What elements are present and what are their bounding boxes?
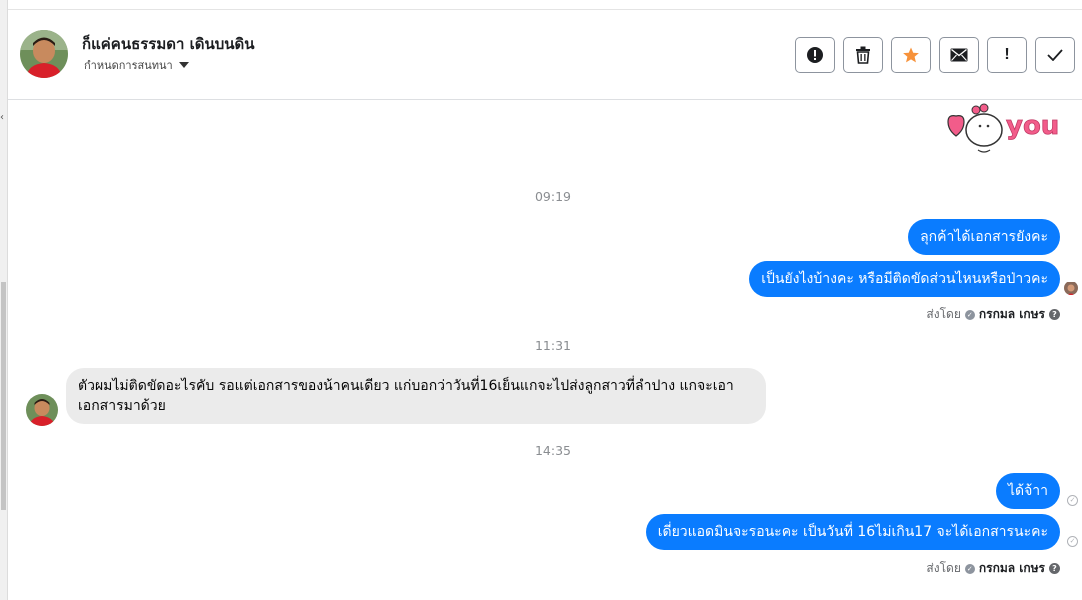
outgoing-message[interactable]: ได้จ้าา xyxy=(995,473,1060,509)
timestamp: 11:31 xyxy=(534,338,572,353)
help-icon[interactable]: ? xyxy=(1049,563,1060,574)
sender-avatar xyxy=(1064,281,1078,295)
caret-down-icon xyxy=(178,62,189,68)
sent-by-line: ส่งโดย ✓ กรกมล เกษร ? xyxy=(926,559,1060,578)
mark-done-button[interactable] xyxy=(1035,37,1075,73)
sent-by-line: ส่งโดย ✓ กรกมล เกษร ? xyxy=(926,305,1060,324)
verified-icon: ✓ xyxy=(964,309,975,320)
message-thread[interactable]: you 09:19 ลุกค้าได้เอกสารยังคะ เป็นยังไง… xyxy=(8,100,1082,600)
collapse-caret-icon[interactable]: ‹ xyxy=(0,112,4,123)
contact-avatar[interactable] xyxy=(20,30,68,78)
sent-by-name[interactable]: กรกมล เกษร xyxy=(979,559,1045,578)
exclamation-icon: ! xyxy=(1004,46,1010,63)
sent-by-name[interactable]: กรกมล เกษร xyxy=(979,305,1045,324)
verified-icon: ✓ xyxy=(964,563,975,574)
spam-button[interactable] xyxy=(795,37,835,73)
trash-icon xyxy=(856,46,870,64)
outgoing-message[interactable]: เดี่ยวแอดมินจะรอนะคะ เป็นวันที่ 16ไม่เกิ… xyxy=(645,514,1060,550)
sent-by-label: ส่งโดย xyxy=(926,561,961,575)
header-actions: ! xyxy=(795,37,1075,73)
mark-unread-button[interactable] xyxy=(939,37,979,73)
scrollbar-thumb[interactable] xyxy=(1,282,6,510)
you-sticker: you xyxy=(944,100,1062,156)
timestamp: 14:35 xyxy=(534,443,572,458)
left-scrollbar[interactable]: ‹ xyxy=(0,0,8,600)
star-icon xyxy=(903,47,919,63)
outgoing-message[interactable]: เป็นยังไงบ้างคะ หรือมีติดขัดส่วนไหนหรือป… xyxy=(749,261,1060,297)
check-icon xyxy=(1047,49,1063,61)
help-icon[interactable]: ? xyxy=(1049,309,1060,320)
incoming-message[interactable]: ตัวผมไม่ติดขัดอะไรคับ รอแต่เอกสารของน้าค… xyxy=(66,368,766,424)
envelope-icon xyxy=(950,48,968,62)
top-divider xyxy=(8,0,1082,10)
assign-label: กำหนดการสนทนา xyxy=(84,59,173,72)
timestamp: 09:19 xyxy=(534,189,572,204)
assign-conversation-dropdown[interactable]: กำหนดการสนทนา xyxy=(84,56,189,74)
delivered-status-icon: ✓ xyxy=(1067,536,1078,547)
delivered-status-icon: ✓ xyxy=(1067,495,1078,506)
conversation-header: ก็แค่คนธรรมดา เดินบนดิน กำหนดการสนทนา ! xyxy=(8,10,1082,100)
delete-button[interactable] xyxy=(843,37,883,73)
sticker-text: you xyxy=(1006,111,1059,141)
star-button[interactable] xyxy=(891,37,931,73)
mark-important-button[interactable]: ! xyxy=(987,37,1027,73)
sent-by-label: ส่งโดย xyxy=(926,307,961,321)
contact-name: ก็แค่คนธรรมดา เดินบนดิน xyxy=(82,35,255,53)
alert-circle-icon xyxy=(807,47,823,63)
outgoing-message[interactable]: ลุกค้าได้เอกสารยังคะ xyxy=(908,219,1060,255)
contact-avatar-small[interactable] xyxy=(26,394,58,426)
